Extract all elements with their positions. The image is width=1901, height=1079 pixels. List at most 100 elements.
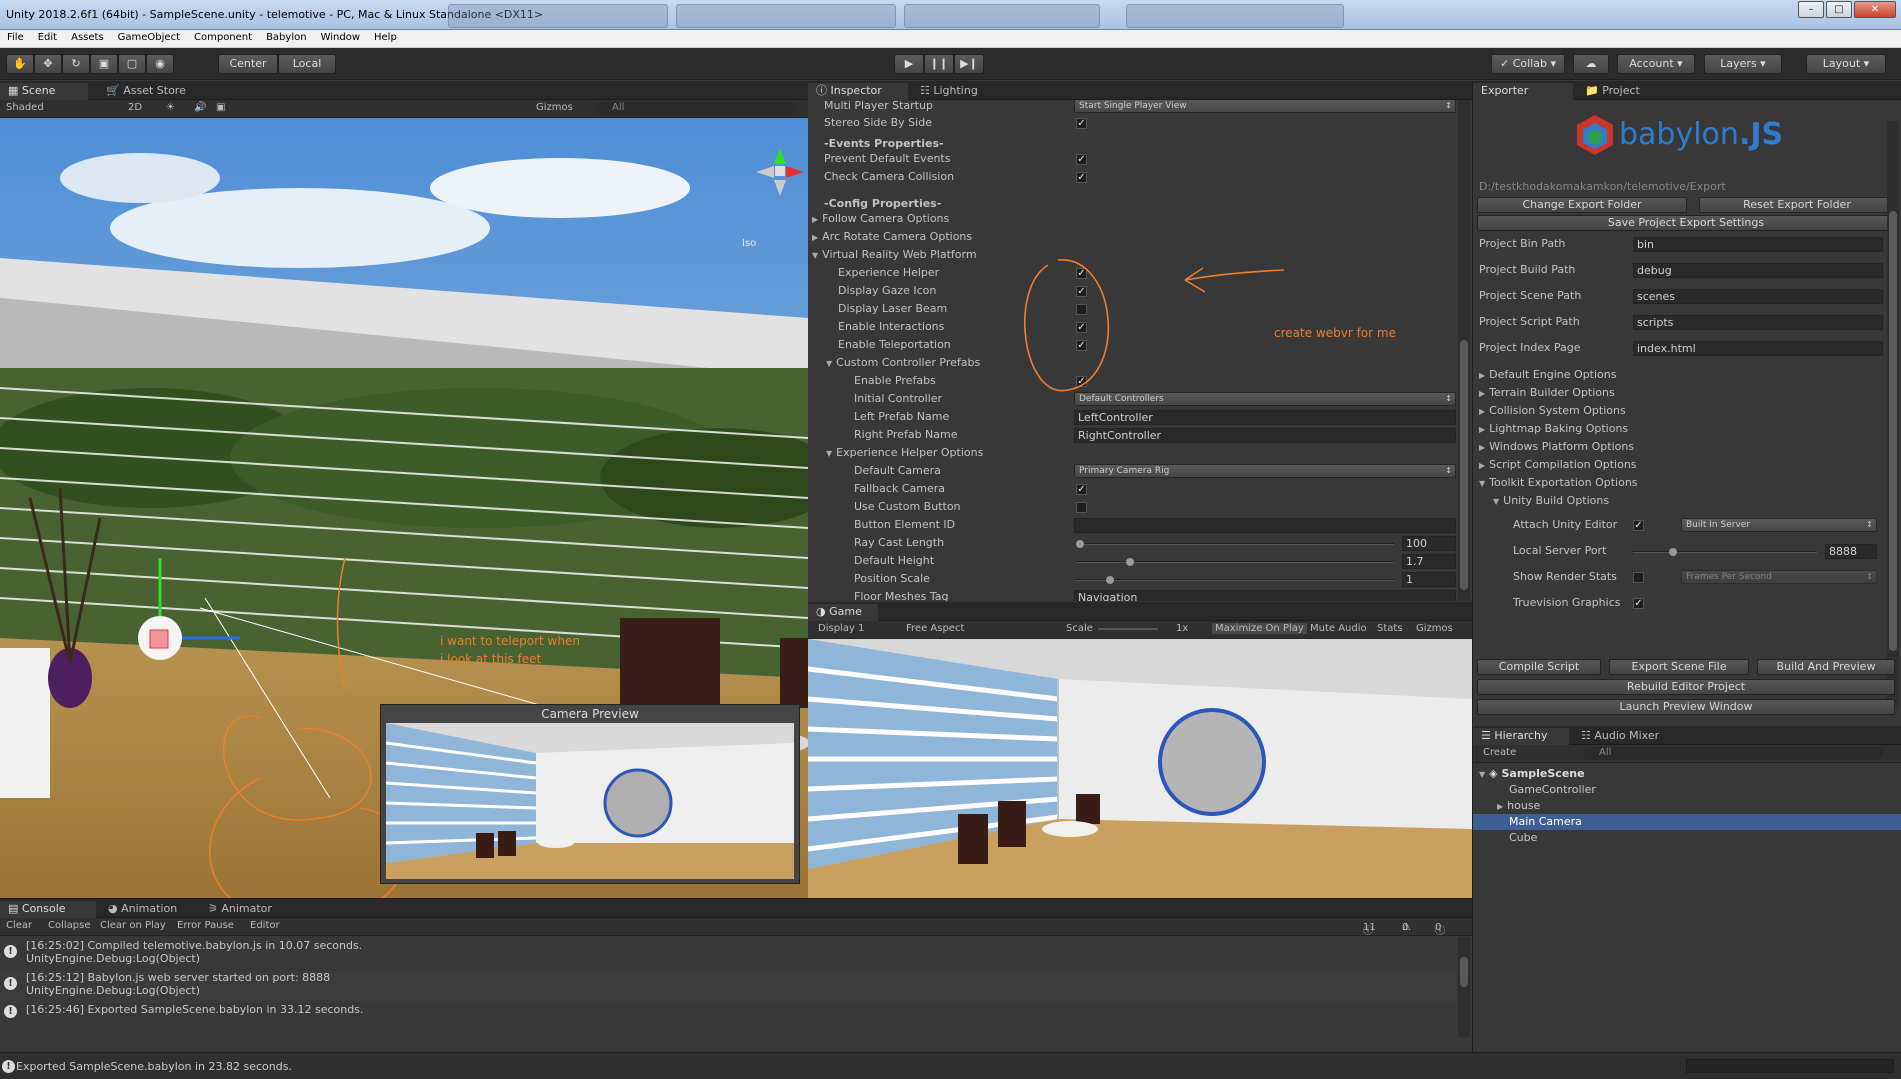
gizmos-dropdown[interactable]: Gizmos (536, 102, 573, 113)
hierarchy-search-input[interactable]: All (1583, 747, 1883, 760)
collab-dropdown[interactable]: ✓ Collab ▾ (1491, 54, 1565, 74)
render-stats-dropdown[interactable]: Frames Per Second (1681, 570, 1877, 584)
tab-audio-mixer[interactable]: ☷ Audio Mixer (1573, 728, 1673, 745)
bin-path-input[interactable]: bin (1633, 237, 1883, 252)
move-tool-icon[interactable]: ✥ (34, 54, 62, 74)
scene-viewport[interactable]: Iso i want to teleport when i look at th… (0, 118, 808, 898)
hierarchy-item[interactable]: ▶ house (1473, 798, 1901, 814)
shading-dropdown[interactable]: Shaded (6, 102, 44, 113)
display-dropdown[interactable]: Display 1 (818, 623, 864, 634)
hierarchy-item-selected[interactable]: Main Camera (1473, 814, 1901, 830)
mode-2d-toggle[interactable]: 2D (128, 102, 142, 113)
tab-project[interactable]: 📁 Project (1577, 83, 1667, 100)
close-button[interactable]: ✕ (1854, 1, 1896, 18)
collision-system-foldout[interactable]: ▶ Collision System Options (1473, 402, 1901, 420)
menu-component[interactable]: Component (187, 30, 259, 45)
log-entry[interactable]: ! [16:25:12] Babylon.js web server starte… (0, 971, 1472, 1003)
tab-scene[interactable]: ▦ Scene (0, 83, 88, 100)
pause-icon[interactable]: ❙❙ (924, 54, 954, 74)
clear-on-play-toggle[interactable]: Clear on Play (100, 920, 166, 931)
menu-file[interactable]: File (0, 30, 31, 45)
collapse-toggle[interactable]: Collapse (48, 920, 91, 931)
clear-button[interactable]: Clear (6, 920, 32, 931)
log-entry[interactable]: ! [16:25:02] Compiled telemotive.babylon.… (0, 939, 1472, 971)
unity-build-foldout[interactable]: ▼ Unity Build Options (1473, 492, 1901, 510)
pivot-center-toggle[interactable]: Center (218, 54, 278, 74)
tab-animator[interactable]: ⚞ Animator (200, 901, 300, 918)
game-gizmos-dropdown[interactable]: Gizmos (1416, 623, 1453, 634)
menu-help[interactable]: Help (367, 30, 404, 45)
tab-exporter[interactable]: Exporter (1473, 83, 1573, 100)
tab-lighting[interactable]: ☷ Lighting (912, 83, 1002, 100)
tab-asset-store[interactable]: 🛒 Asset Store (98, 83, 198, 100)
background-window-tab[interactable] (904, 4, 1100, 28)
tab-inspector[interactable]: ⓘ Inspector (808, 83, 908, 100)
background-window-tab[interactable] (676, 4, 896, 28)
script-compilation-foldout[interactable]: ▶ Script Compilation Options (1473, 456, 1901, 474)
rebuild-editor-button[interactable]: Rebuild Editor Project (1477, 679, 1895, 695)
windows-platform-foldout[interactable]: ▶ Windows Platform Options (1473, 438, 1901, 456)
local-port-slider[interactable] (1633, 548, 1817, 556)
transform-tool-icon[interactable]: ◉ (146, 54, 174, 74)
account-dropdown[interactable]: Account ▾ (1617, 54, 1695, 74)
tab-hierarchy[interactable]: ☰ Hierarchy (1473, 728, 1569, 745)
scene-search-input[interactable]: All (596, 102, 796, 115)
change-export-folder-button[interactable]: Change Export Folder (1477, 197, 1687, 213)
hierarchy-item[interactable]: GameController (1473, 782, 1901, 798)
inspector-scrollbar[interactable] (1458, 100, 1470, 601)
build-preview-button[interactable]: Build And Preview (1757, 659, 1895, 675)
toolkit-exportation-foldout[interactable]: ▼ Toolkit Exportation Options (1473, 474, 1901, 492)
lightmap-baking-foldout[interactable]: ▶ Lightmap Baking Options (1473, 420, 1901, 438)
tab-animation[interactable]: ◕ Animation (100, 901, 200, 918)
maximize-toggle[interactable]: Maximize On Play (1212, 623, 1307, 634)
build-path-input[interactable]: debug (1633, 263, 1883, 278)
hierarchy-item[interactable]: Cube (1473, 830, 1901, 846)
scene-path-input[interactable]: scenes (1633, 289, 1883, 304)
console-scrollbar[interactable] (1458, 937, 1470, 1037)
tab-game[interactable]: ◑ Game (808, 604, 878, 621)
step-icon[interactable]: ▶❙ (954, 54, 984, 74)
layout-dropdown[interactable]: Layout ▾ (1806, 54, 1886, 74)
stats-toggle[interactable]: Stats (1377, 623, 1403, 634)
compile-script-button[interactable]: Compile Script (1477, 659, 1601, 675)
create-dropdown[interactable]: Create (1483, 747, 1516, 758)
save-settings-button[interactable]: Save Project Export Settings (1477, 215, 1895, 231)
effects-icon[interactable]: ▣ (216, 102, 225, 113)
render-stats-checkbox[interactable] (1633, 572, 1644, 583)
audio-icon[interactable]: 🔊 (194, 102, 206, 113)
menu-babylon[interactable]: Babylon (259, 30, 314, 45)
export-scene-button[interactable]: Export Scene File (1609, 659, 1749, 675)
pivot-local-toggle[interactable]: Local (278, 54, 336, 74)
reset-export-folder-button[interactable]: Reset Export Folder (1699, 197, 1895, 213)
index-page-input[interactable]: index.html (1633, 341, 1883, 356)
rotate-tool-icon[interactable]: ↻ (62, 54, 90, 74)
rect-tool-icon[interactable]: ▢ (118, 54, 146, 74)
attach-editor-checkbox[interactable]: ✓ (1633, 520, 1644, 531)
game-viewport[interactable] (808, 639, 1472, 898)
editor-dropdown[interactable]: Editor (250, 920, 280, 931)
default-engine-foldout[interactable]: ▶ Default Engine Options (1473, 366, 1901, 384)
layers-dropdown[interactable]: Layers ▾ (1704, 54, 1782, 74)
background-window-tab[interactable] (448, 4, 668, 28)
camera-preview-window[interactable]: Camera Preview (380, 704, 800, 884)
slider-thumb[interactable] (1669, 548, 1677, 556)
log-entry[interactable]: ! [16:25:46] Exported SampleScene.babylon… (0, 1003, 1472, 1023)
minimize-button[interactable]: – (1798, 1, 1824, 18)
aspect-dropdown[interactable]: Free Aspect (906, 623, 964, 634)
hand-tool-icon[interactable]: ✋ (6, 54, 34, 74)
exporter-scrollbar[interactable] (1887, 121, 1899, 707)
menu-assets[interactable]: Assets (64, 30, 111, 45)
scale-slider[interactable] (1098, 628, 1158, 630)
mute-toggle[interactable]: Mute Audio (1310, 623, 1367, 634)
terrain-builder-foldout[interactable]: ▶ Terrain Builder Options (1473, 384, 1901, 402)
local-port-input[interactable]: 8888 (1825, 544, 1877, 559)
launch-preview-button[interactable]: Launch Preview Window (1477, 699, 1895, 715)
scale-tool-icon[interactable]: ▣ (90, 54, 118, 74)
tab-console[interactable]: ▤ Console (0, 901, 96, 918)
lighting-icon[interactable]: ☀ (166, 102, 175, 113)
error-pause-toggle[interactable]: Error Pause (177, 920, 234, 931)
play-icon[interactable]: ▶ (894, 54, 924, 74)
menu-edit[interactable]: Edit (31, 30, 64, 45)
menu-gameobject[interactable]: GameObject (111, 30, 187, 45)
attach-editor-dropdown[interactable]: Built In Server (1681, 518, 1877, 532)
